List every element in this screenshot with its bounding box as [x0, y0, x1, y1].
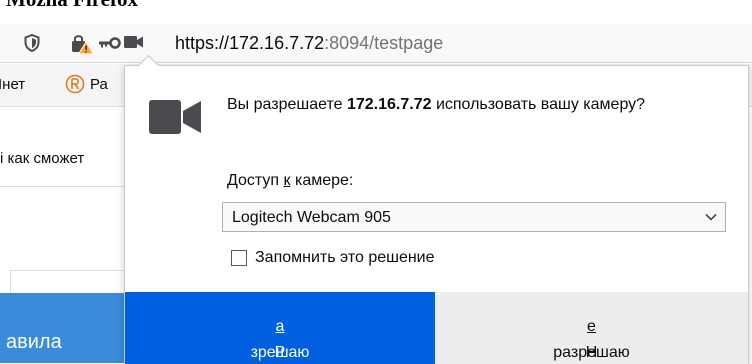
deny-label-text-end: разрешаю — [553, 344, 630, 361]
camera-device-select[interactable]: Logitech Webcam 905 — [222, 202, 726, 232]
deny-button-label: Не разрешаю — [435, 318, 748, 361]
page-rules-button-label: авила — [6, 331, 62, 353]
allow-button-label: Ра зрешаю — [125, 318, 435, 361]
lock-warning-icon[interactable] — [71, 33, 95, 55]
allow-label-text-end: зрешаю — [250, 344, 310, 361]
camera-icon — [149, 100, 201, 134]
remember-checkbox[interactable] — [231, 250, 247, 266]
message-host: 172.16.7.72 — [346, 96, 432, 113]
bookmark-item[interactable]: Ра — [90, 76, 108, 93]
bookmark-favicon-icon — [65, 74, 85, 94]
access-label-text-end: камере: — [290, 172, 354, 189]
page-text-snippet: і как сможет — [0, 150, 85, 167]
key-icon[interactable] — [99, 36, 121, 50]
remember-label[interactable]: Запомнить это решение — [255, 249, 435, 267]
url-host: https://172.16.7.72 — [175, 33, 325, 53]
chevron-down-icon — [705, 213, 717, 221]
page-rules-button[interactable]: авила — [0, 293, 130, 363]
page-divider — [0, 186, 130, 187]
camera-device-value: Logitech Webcam 905 — [232, 209, 391, 226]
url-text[interactable]: https://172.16.7.72:8094/testpage — [175, 33, 443, 54]
message-text: Вы разрешаете — [227, 96, 347, 113]
access-label-accesskey: к — [283, 172, 291, 189]
bookmark-item[interactable]: Інет — [0, 76, 25, 93]
page-caption: Mozila Firefox — [6, 0, 138, 12]
camera-icon[interactable] — [124, 35, 144, 49]
allow-label-accesskey: а — [275, 318, 285, 335]
message-text-end: использовать вашу камеру? — [431, 96, 646, 113]
camera-permission-panel: Вы разрешаете 172.16.7.72 использовать в… — [124, 65, 749, 364]
url-path: :8094/testpage — [324, 33, 444, 53]
deny-label-accesskey: е — [587, 318, 596, 335]
permission-message: Вы разрешаете 172.16.7.72 использовать в… — [227, 94, 727, 116]
access-label-text: Доступ — [227, 172, 284, 189]
deny-button[interactable]: Не разрешаю — [435, 292, 748, 364]
camera-access-label: Доступ к камере: — [227, 172, 353, 190]
shield-icon[interactable] — [24, 34, 40, 52]
allow-button[interactable]: Ра зрешаю — [125, 292, 435, 364]
url-bar[interactable]: https://172.16.7.72:8094/testpage — [0, 24, 752, 63]
